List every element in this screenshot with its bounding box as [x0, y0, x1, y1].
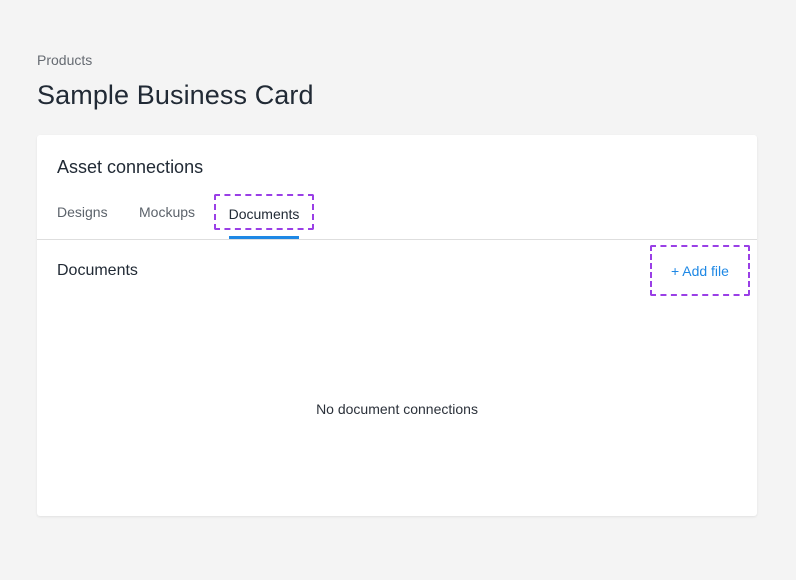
add-file-button[interactable]: + Add file	[650, 245, 750, 296]
asset-tabs: Designs Mockups Documents	[37, 193, 757, 240]
tab-mockups[interactable]: Mockups	[139, 193, 195, 231]
add-file-label: Add file	[682, 262, 729, 279]
plus-icon: +	[671, 262, 680, 279]
page-title: Sample Business Card	[37, 80, 314, 110]
asset-connections-card: Asset connections Designs Mockups Docume…	[37, 135, 757, 516]
empty-state-message: No document connections	[316, 401, 478, 417]
breadcrumb[interactable]: Products	[37, 52, 92, 68]
page: Products Sample Business Card Asset conn…	[0, 0, 796, 580]
documents-section-title: Documents	[57, 262, 138, 279]
tab-documents[interactable]: Documents	[214, 194, 314, 230]
asset-connections-title: Asset connections	[57, 157, 204, 177]
active-tab-indicator	[229, 236, 299, 239]
tab-designs[interactable]: Designs	[57, 193, 108, 231]
